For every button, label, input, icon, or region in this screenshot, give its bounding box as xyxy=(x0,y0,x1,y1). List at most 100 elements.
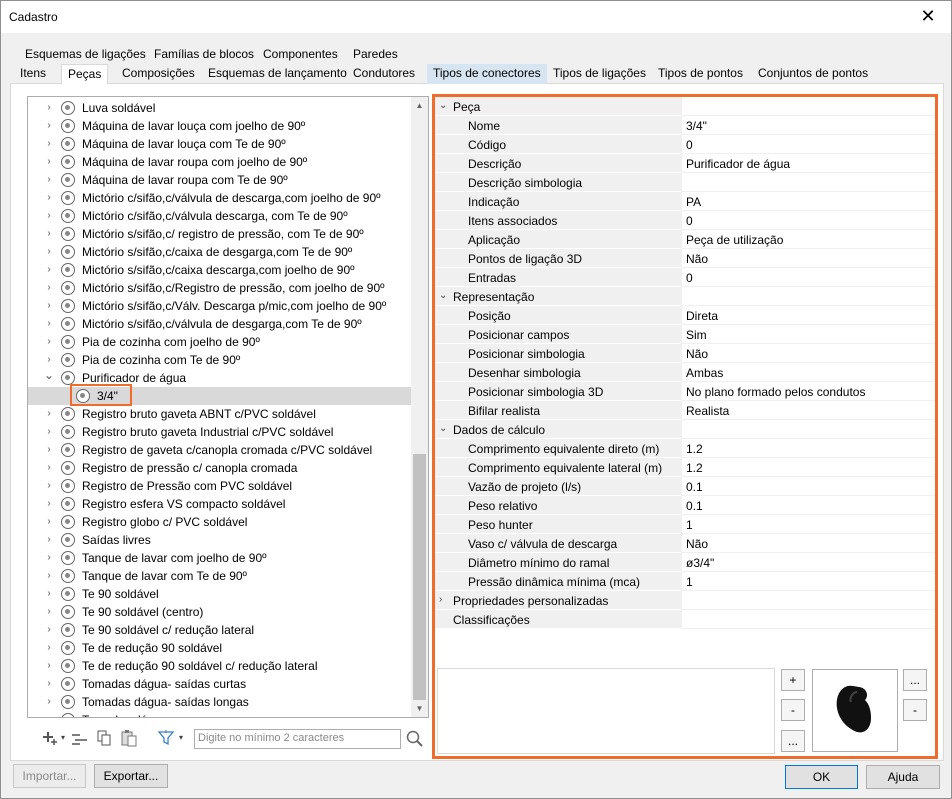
tab-pecas[interactable]: Peças xyxy=(61,64,109,85)
add-button[interactable]: + xyxy=(781,669,805,691)
tree-scrollbar[interactable]: ▲ ▼ xyxy=(411,97,428,717)
property-value-cell[interactable]: 0.1 xyxy=(681,477,935,496)
tree-item[interactable]: › Te 90 soldável xyxy=(28,585,413,603)
property-row[interactable]: Posicionar campos Sim xyxy=(435,325,935,344)
property-value-cell[interactable]: Sim xyxy=(681,325,935,344)
category-representacao[interactable]: ⌄ Representação xyxy=(435,287,935,306)
tree-item[interactable]: › Pia de cozinha com joelho de 90º xyxy=(28,333,413,351)
scroll-thumb[interactable] xyxy=(413,454,426,700)
property-row[interactable]: Vaso c/ válvula de descarga Não xyxy=(435,534,935,553)
tree-item[interactable]: › Mictório c/sifão,c/válvula descarga, co… xyxy=(28,207,413,225)
tree-item[interactable]: › Te de redução 90 soldável c/ redução la… xyxy=(28,657,413,675)
tree-item[interactable]: › Mictório s/sifão,c/válvula de desgarga,… xyxy=(28,315,413,333)
more-options-button[interactable]: ... xyxy=(781,730,805,752)
property-value-cell[interactable]: 1 xyxy=(681,515,935,534)
expand-chevron-icon[interactable]: › xyxy=(44,678,54,690)
expand-chevron-icon[interactable]: › xyxy=(44,300,54,312)
property-value-cell[interactable]: Realista xyxy=(681,401,935,420)
property-value-cell[interactable]: 0.1 xyxy=(681,496,935,515)
tree-item[interactable]: › Tanque de lavar com Te de 90º xyxy=(28,567,413,585)
tab-condutores[interactable]: Condutores xyxy=(347,64,421,84)
tree-item[interactable]: › Registro bruto gaveta Industrial c/PVC … xyxy=(28,423,413,441)
expand-chevron-icon[interactable]: › xyxy=(44,264,54,276)
property-value-cell[interactable]: Peça de utilização xyxy=(681,230,935,249)
add-node-dropdown-icon[interactable]: ▾ xyxy=(59,728,67,748)
property-value-cell[interactable]: No plano formado pelos condutos xyxy=(681,382,935,401)
property-row[interactable]: Comprimento equivalente lateral (m) 1.2 xyxy=(435,458,935,477)
tree-item[interactable]: › Pia de cozinha com Te de 90º xyxy=(28,351,413,369)
expand-chevron-icon[interactable]: › xyxy=(44,606,54,618)
tree-item[interactable]: › Mictório c/sifão,c/válvula de descarga,… xyxy=(28,189,413,207)
add-node-icon[interactable] xyxy=(39,728,59,748)
tree-item[interactable]: › Tomadas dágua- ... xyxy=(28,711,413,717)
property-row[interactable]: Peso hunter 1 xyxy=(435,515,935,534)
tab-componentes[interactable]: Componentes xyxy=(257,45,344,63)
expand-chevron-icon[interactable]: › xyxy=(44,588,54,600)
tab-esquemas-ligacoes[interactable]: Esquemas de ligações xyxy=(19,45,152,63)
tab-familias-blocos[interactable]: Famílias de blocos xyxy=(148,45,260,63)
category-dados-calculo[interactable]: ⌄ Dados de cálculo xyxy=(435,420,935,439)
property-row[interactable]: Indicação PA xyxy=(435,192,935,211)
expand-chevron-icon[interactable]: › xyxy=(44,642,54,654)
tree-item[interactable]: › Tanque de lavar com joelho de 90º xyxy=(28,549,413,567)
property-value-cell[interactable]: Ambas xyxy=(681,363,935,382)
tree-item[interactable]: › Te 90 soldável c/ redução lateral xyxy=(28,621,413,639)
expand-chevron-icon[interactable]: › xyxy=(44,714,54,717)
tab-esquemas-lancamento[interactable]: Esquemas de lançamento xyxy=(202,64,353,84)
export-button[interactable]: Exportar... xyxy=(94,764,168,788)
search-icon[interactable] xyxy=(405,729,425,749)
collapse-chevron-icon[interactable]: ⌄ xyxy=(439,100,447,111)
paste-icon[interactable] xyxy=(119,728,139,748)
tab-tipos-pontos[interactable]: Tipos de pontos xyxy=(652,64,749,84)
tree-item[interactable]: › Registro de pressão c/ canopla cromada xyxy=(28,459,413,477)
property-row[interactable]: Diâmetro mínimo do ramal ø3/4" xyxy=(435,553,935,572)
property-row[interactable]: Desenhar simbologia Ambas xyxy=(435,363,935,382)
tree-item[interactable]: › Mictório s/sifão,c/Registro de pressão,… xyxy=(28,279,413,297)
preview-remove-button[interactable]: - xyxy=(903,699,927,721)
tree-item[interactable]: › Registro globo c/ PVC soldável xyxy=(28,513,413,531)
tree-item[interactable]: › Registro bruto gaveta ABNT c/PVC soldáv… xyxy=(28,405,413,423)
tree-item[interactable]: › Luva soldável xyxy=(28,99,413,117)
category-classificacoes[interactable]: Classificações xyxy=(435,610,935,629)
tree-item[interactable]: › Registro de gaveta c/canopla cromada c/… xyxy=(28,441,413,459)
property-value-cell[interactable]: Não xyxy=(681,249,935,268)
expand-chevron-icon[interactable]: › xyxy=(44,516,54,528)
property-value-cell[interactable]: 1.2 xyxy=(681,439,935,458)
property-value-cell[interactable]: Direta xyxy=(681,306,935,325)
copy-icon[interactable] xyxy=(94,728,114,748)
tree-item[interactable]: › Máquina de lavar louça com joelho de 90… xyxy=(28,117,413,135)
expand-chevron-icon[interactable]: › xyxy=(44,570,54,582)
property-row[interactable]: Aplicação Peça de utilização xyxy=(435,230,935,249)
expand-chevron-icon[interactable]: › xyxy=(44,228,54,240)
parts-tree[interactable]: › Luva soldável › Máquina de lavar louça co… xyxy=(27,96,429,718)
tree-item[interactable]: › Tomadas dágua- saídas longas xyxy=(28,693,413,711)
expand-chevron-icon[interactable]: › xyxy=(44,120,54,132)
collapse-chevron-icon[interactable]: ⌄ xyxy=(439,290,447,301)
expand-chevron-icon[interactable]: › xyxy=(44,138,54,150)
property-row[interactable]: Pressão dinâmica mínima (mca) 1 xyxy=(435,572,935,591)
property-row[interactable]: Comprimento equivalente direto (m) 1.2 xyxy=(435,439,935,458)
property-row[interactable]: Descrição simbologia xyxy=(435,173,935,192)
expand-chevron-icon[interactable]: › xyxy=(44,426,54,438)
property-value-cell[interactable]: 1.2 xyxy=(681,458,935,477)
property-row[interactable]: Posicionar simbologia 3D No plano formado… xyxy=(435,382,935,401)
tab-tipos-conectores[interactable]: Tipos de conectores xyxy=(427,64,547,84)
import-button[interactable]: Importar... xyxy=(13,764,86,788)
filter-icon[interactable] xyxy=(157,728,177,748)
tree-item[interactable]: › Te 90 soldável (centro) xyxy=(28,603,413,621)
expand-chevron-icon[interactable]: › xyxy=(44,660,54,672)
tab-paredes[interactable]: Paredes xyxy=(347,45,404,63)
expand-chevron-icon[interactable]: › xyxy=(44,318,54,330)
tab-composicoes[interactable]: Composições xyxy=(116,64,201,84)
property-value-cell[interactable]: 0 xyxy=(681,135,935,154)
expand-chevron-icon[interactable]: › xyxy=(44,498,54,510)
property-row[interactable]: Bifilar realista Realista xyxy=(435,401,935,420)
expand-chevron-icon[interactable]: › xyxy=(44,480,54,492)
tree-item[interactable]: › Mictório s/sifão,c/caixa descarga,com j… xyxy=(28,261,413,279)
property-value-cell[interactable]: PA xyxy=(681,192,935,211)
property-row[interactable]: Descrição Purificador de água xyxy=(435,154,935,173)
expand-chevron-icon[interactable]: › xyxy=(44,210,54,222)
property-row[interactable]: Itens associados 0 xyxy=(435,211,935,230)
tab-tipos-ligacoes[interactable]: Tipos de ligações xyxy=(547,64,652,84)
property-grid[interactable]: ⌄ Peça Nome 3/4" Código 0 Descrição Purificador… xyxy=(435,97,935,657)
